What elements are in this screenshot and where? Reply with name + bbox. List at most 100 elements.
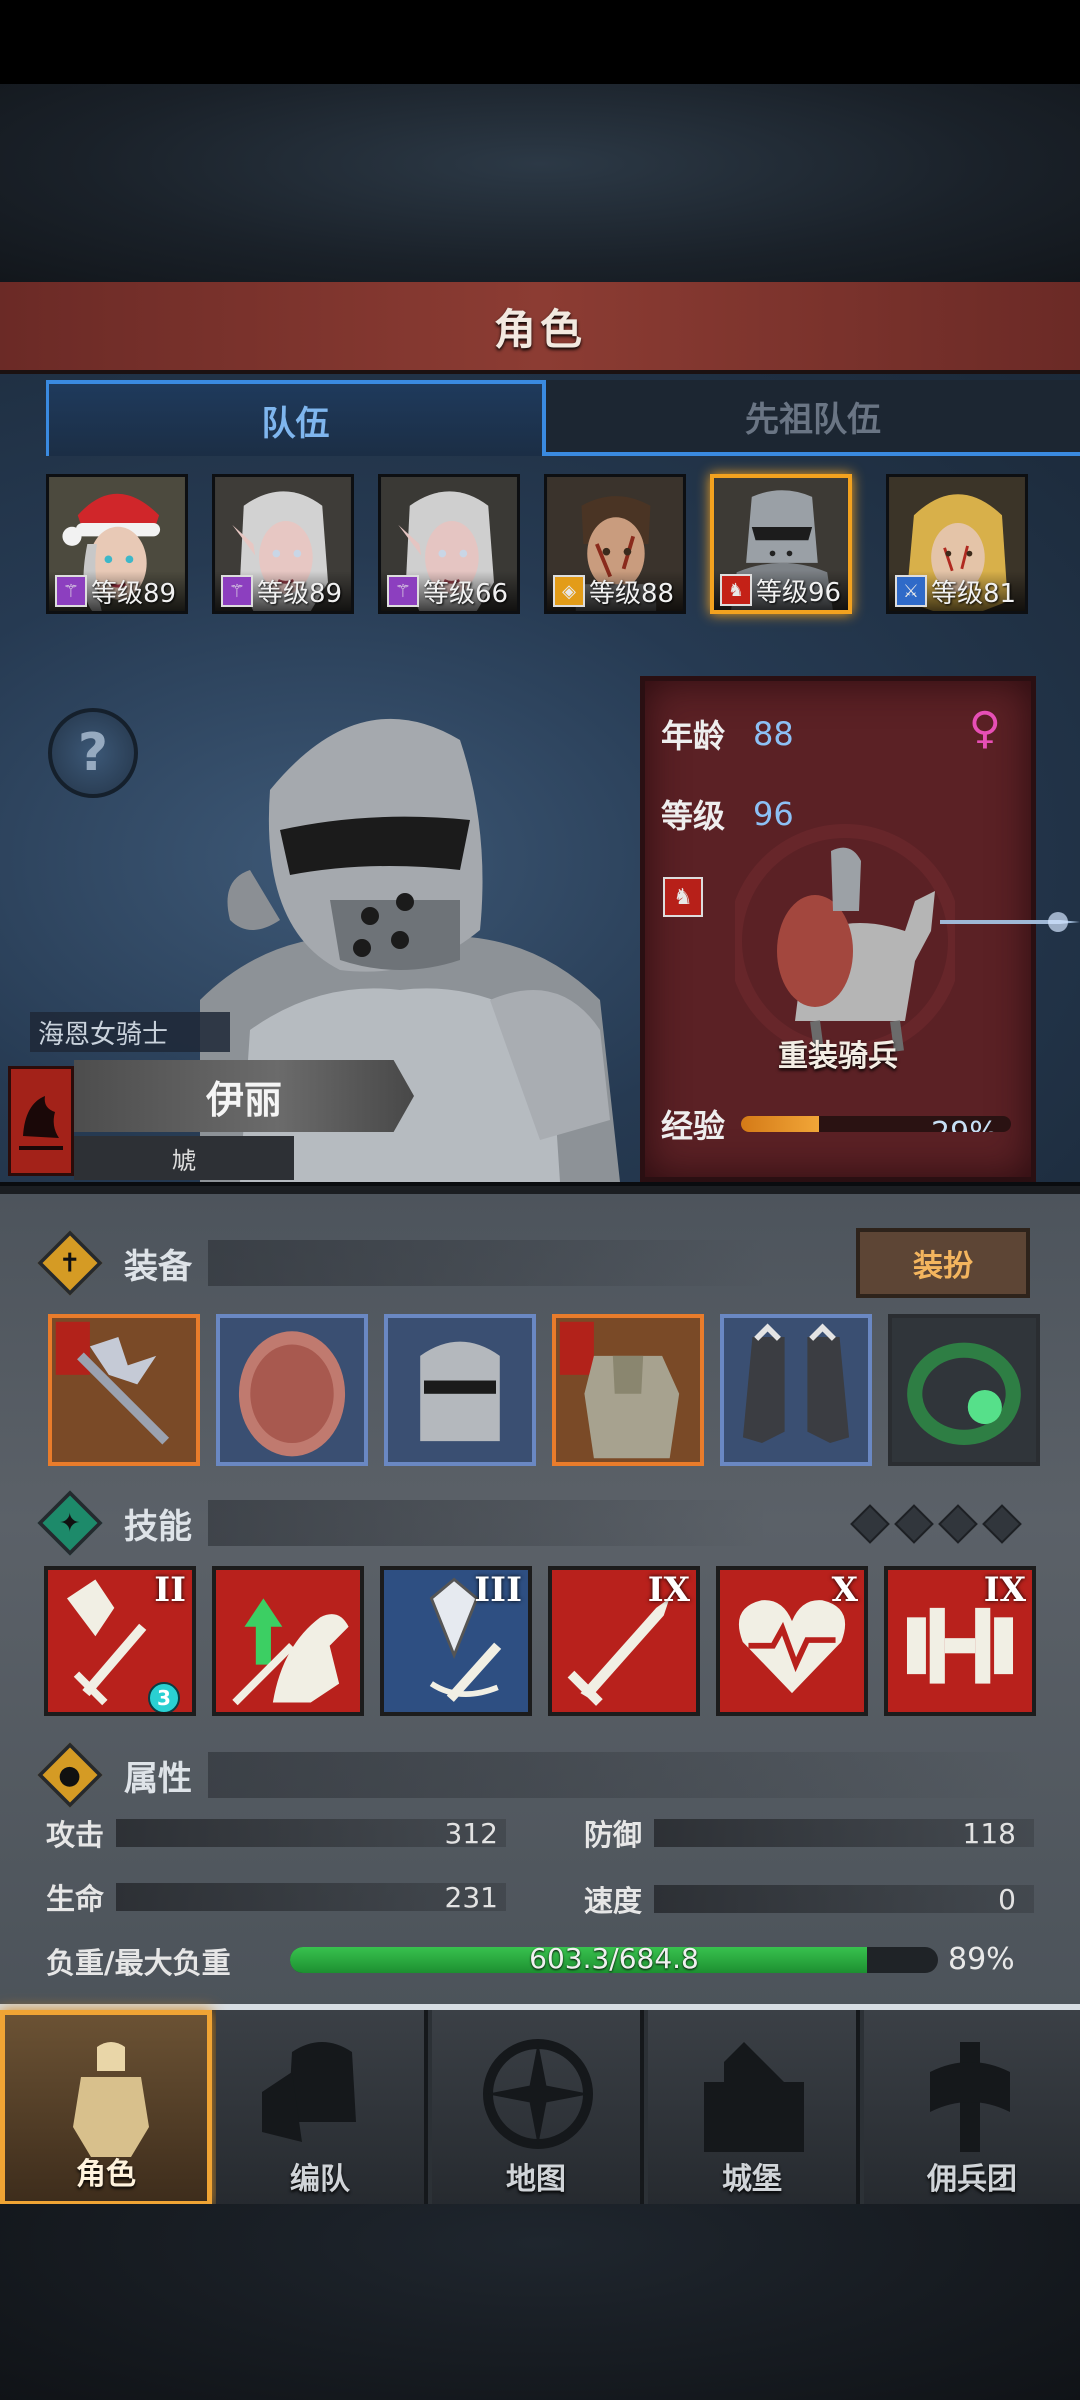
health-row: 生命 231 xyxy=(46,1878,506,1916)
roster-slot-level: ⚚ 等级89 xyxy=(49,571,185,611)
roster-slot-4[interactable]: ◈ 等级88 xyxy=(544,474,686,614)
tab-team-label: 队伍 xyxy=(261,403,330,444)
roster-slot-6[interactable]: ⚔ 等级81 xyxy=(886,474,1028,614)
load-label: 负重/最大负重 xyxy=(46,1946,231,1980)
skill-slot-3[interactable]: III xyxy=(380,1566,532,1716)
help-button[interactable]: ? xyxy=(48,708,138,798)
experience-percent: 29% xyxy=(931,1116,998,1132)
roster-level-text: 等级81 xyxy=(931,578,1017,609)
unit-class-name: 重装骑兵 xyxy=(778,1039,898,1074)
roster-slot-1[interactable]: ⚚ 等级89 xyxy=(46,474,188,614)
load-percent: 89% xyxy=(948,1942,1015,1977)
experience-label: 经验 xyxy=(661,1107,726,1145)
skill-slot-6[interactable]: IX xyxy=(884,1566,1036,1716)
nav-castle[interactable]: 城堡 xyxy=(648,2010,860,2206)
roster-slot-level: ⚔ 等级81 xyxy=(889,571,1025,611)
nav-castle-label: 城堡 xyxy=(722,2162,782,2197)
skill-rank: III xyxy=(474,1570,522,1610)
roster-slot-2[interactable]: ⚚ 等级89 xyxy=(212,474,354,614)
nav-formation[interactable]: 编队 xyxy=(216,2010,428,2206)
empty-diamond-icon xyxy=(938,1504,978,1544)
tab-team[interactable]: 队伍 xyxy=(46,380,542,456)
attributes-title: 属性 xyxy=(124,1758,192,1799)
staff-icon: ⚚ xyxy=(387,575,419,607)
equipment-slot-weapon[interactable] xyxy=(48,1314,200,1466)
skill-rank: IX xyxy=(983,1570,1026,1610)
roster-slot-level: ◈ 等级88 xyxy=(547,571,683,611)
person-icon: ● xyxy=(37,1742,103,1808)
tab-ancestor-team[interactable]: 先祖队伍 xyxy=(542,380,1080,456)
bottom-area xyxy=(0,2204,1080,2400)
nav-map[interactable]: 地图 xyxy=(432,2010,644,2206)
nav-map-label: 地图 xyxy=(506,2162,566,2197)
roster-level-text: 等级66 xyxy=(423,578,509,609)
charge-horse-icon xyxy=(232,1598,349,1706)
skill-rank: X xyxy=(831,1570,858,1610)
shield-icon xyxy=(238,1331,346,1457)
bottom-navigation: 角色 编队 地图 城堡 佣兵团 xyxy=(0,2004,1080,2206)
equipment-slot-armor[interactable] xyxy=(552,1314,704,1466)
hero-title: 虓 xyxy=(74,1136,294,1180)
nav-mercenary-label: 佣兵团 xyxy=(927,2162,1017,2197)
sword-icon: ⚔ xyxy=(895,575,927,607)
tab-ancestor-team-label: 先祖队伍 xyxy=(745,399,881,440)
nav-mercenary[interactable]: 佣兵团 xyxy=(864,2010,1080,2206)
empty-diamond-icon xyxy=(850,1504,890,1544)
age-value: 88 xyxy=(753,715,794,753)
mace-icon xyxy=(55,1321,170,1445)
status-area xyxy=(0,0,1080,84)
defense-value: 118 xyxy=(962,1816,1016,1850)
experience-bar: 29% xyxy=(741,1116,1012,1132)
age-row: 年龄 88 xyxy=(661,711,794,757)
nav-character[interactable]: 角色 xyxy=(0,2010,212,2206)
hero-name: 伊丽 xyxy=(74,1060,414,1132)
section-divider xyxy=(208,1500,768,1546)
backdrop xyxy=(0,84,1080,284)
dress-up-button[interactable]: 装扮 xyxy=(856,1228,1030,1298)
roster-level-text: 等级89 xyxy=(257,578,343,609)
castle-icon xyxy=(704,2042,804,2152)
skill-gem-badge: 3 xyxy=(148,1682,180,1712)
defense-row: 防御 118 xyxy=(584,1814,1034,1852)
roster: ⚚ 等级89 ⚚ 等级89 ⚚ 等级66 ◈ 等级88 ♞ 等级96 ⚔ 等级8… xyxy=(46,474,1046,614)
skill-slot-indicators xyxy=(850,1504,1022,1544)
experience-row: 经验 29% xyxy=(661,1101,1027,1147)
skill-slot-2[interactable] xyxy=(212,1566,364,1716)
skill-slot-4[interactable]: IX xyxy=(548,1566,700,1716)
load-value: 603.3/684.8 xyxy=(529,1942,699,1975)
empty-diamond-icon xyxy=(894,1504,934,1544)
equipment-slot-helmet[interactable] xyxy=(384,1314,536,1466)
wolf-banner-icon xyxy=(8,1066,74,1176)
equipment-slot-ring[interactable] xyxy=(888,1314,1040,1466)
cross-icon: ✝ xyxy=(37,1230,103,1296)
skills-title: 技能 xyxy=(124,1506,192,1547)
roster-level-text: 等级88 xyxy=(589,578,675,609)
equipment-slot-greaves[interactable] xyxy=(720,1314,872,1466)
section-divider xyxy=(208,1752,1038,1798)
helmet-icon xyxy=(420,1341,500,1442)
roster-slot-level: ⚚ 等级66 xyxy=(381,571,517,611)
level-label: 等级 xyxy=(661,797,726,835)
roster-slot-level: ⚚ 等级89 xyxy=(215,571,351,611)
roster-slot-level: ♞ 等级96 xyxy=(714,570,848,610)
skill-rank: II xyxy=(154,1570,186,1610)
equipment-slot-shield[interactable] xyxy=(216,1314,368,1466)
skill-slot-1[interactable]: II 3 xyxy=(44,1566,196,1716)
skill-slot-5[interactable]: X xyxy=(716,1566,868,1716)
staff-icon: ⚚ xyxy=(55,575,87,607)
speed-value: 0 xyxy=(998,1882,1016,1916)
experience-fill xyxy=(741,1116,820,1132)
roster-slot-5-selected[interactable]: ♞ 等级96 xyxy=(710,474,852,614)
shield-icon: ◈ xyxy=(553,575,585,607)
heavy-cavalry-art xyxy=(735,824,955,1058)
roster-level-text: 等级96 xyxy=(756,577,842,608)
age-label: 年龄 xyxy=(661,717,726,755)
horse-icon: ♞ xyxy=(720,574,752,606)
speed-row: 速度 0 xyxy=(584,1880,1034,1918)
section-divider xyxy=(208,1240,768,1286)
roster-slot-3[interactable]: ⚚ 等级66 xyxy=(378,474,520,614)
roster-level-text: 等级89 xyxy=(91,578,177,609)
team-tabs: 队伍 先祖队伍 xyxy=(46,380,1080,456)
hero-origin: 海恩女骑士 xyxy=(30,1012,230,1052)
page-header: 角色 xyxy=(0,282,1080,374)
